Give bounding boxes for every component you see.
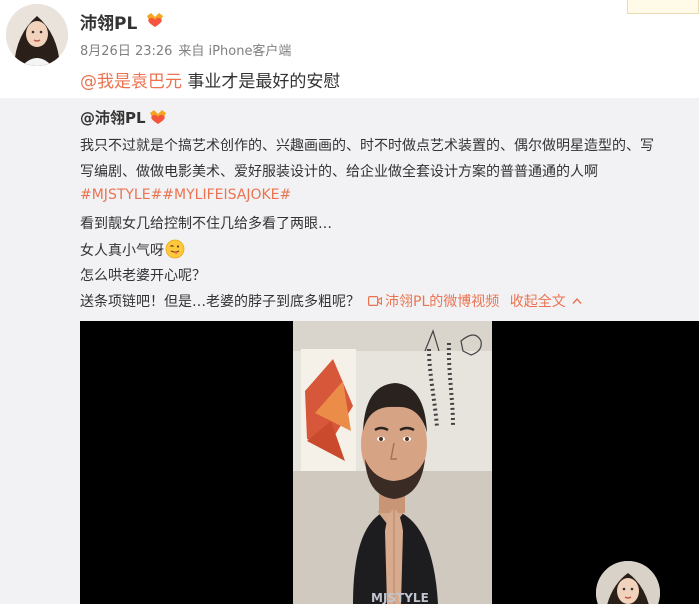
video-player[interactable]: MJSTYLE xyxy=(80,321,699,604)
post-text: @我是袁巴元 事业才是最好的安慰 xyxy=(80,67,340,92)
chevron-up-icon[interactable] xyxy=(572,297,582,305)
repost-text-line: 送条项链吧！但是…老婆的脖子到底多粗呢？ 沛翎PL的微博视频 收起全文 xyxy=(80,291,582,311)
post-date[interactable]: 8月26日 23:26 xyxy=(80,44,172,59)
post-source: 来自 iPhone客户端 xyxy=(178,44,292,59)
mini-player-avatar[interactable] xyxy=(596,561,660,604)
avatar[interactable] xyxy=(6,4,68,66)
video-frame: MJSTYLE xyxy=(293,321,492,604)
repost-text-line: 看到靓女几给控制不住几给多看了两眼… xyxy=(80,216,332,232)
topic-link[interactable]: #MJSTYLE##MYLIFEISAJOKE# xyxy=(80,187,291,203)
collapse-link[interactable]: 收起全文 xyxy=(510,294,566,310)
repost-text: 送条项链吧！但是…老婆的脖子到底多粗呢？ xyxy=(80,294,360,310)
post-meta: 8月26日 23:26 来自 iPhone客户端 xyxy=(80,40,297,59)
repost-text: 女人真小气呀 xyxy=(80,243,164,259)
repost-text-line: 怎么哄老婆开心呢？ xyxy=(80,268,206,284)
repost-username[interactable]: @沛翎PL xyxy=(80,107,146,128)
video-link[interactable]: 沛翎PL的微博视频 xyxy=(385,294,499,310)
crown-heart-icon xyxy=(147,13,163,27)
repost-container: @沛翎PL 我只不过就是个搞艺术创作的、兴趣画画的、时不时做点艺术装置的、偶尔做… xyxy=(0,98,699,604)
video-camera-icon xyxy=(368,296,382,307)
repost-text-line: 写编剧、做做电影美术、爱好服装设计的、给企业做全套设计方案的普普通通的人啊 xyxy=(80,164,598,180)
shirt-text: MJSTYLE xyxy=(371,591,429,604)
repost-text-line: 我只不过就是个搞艺术创作的、兴趣画画的、时不时做点艺术装置的、偶尔做明星造型的、… xyxy=(80,138,654,154)
username[interactable]: 沛翎PL xyxy=(80,9,137,34)
mention-link[interactable]: @我是袁巴元 xyxy=(80,72,182,92)
video-thumbnail: MJSTYLE xyxy=(293,321,492,604)
repost-text-line: 女人真小气呀 xyxy=(80,239,185,260)
crown-heart-icon xyxy=(150,110,166,124)
tongue-out-emoji-icon xyxy=(165,239,185,259)
post-body: 事业才是最好的安慰 xyxy=(187,72,341,92)
weibo-post: 沛翎PL 8月26日 23:26 来自 iPhone客户端 @我是袁巴元 事业才是… xyxy=(0,0,699,98)
